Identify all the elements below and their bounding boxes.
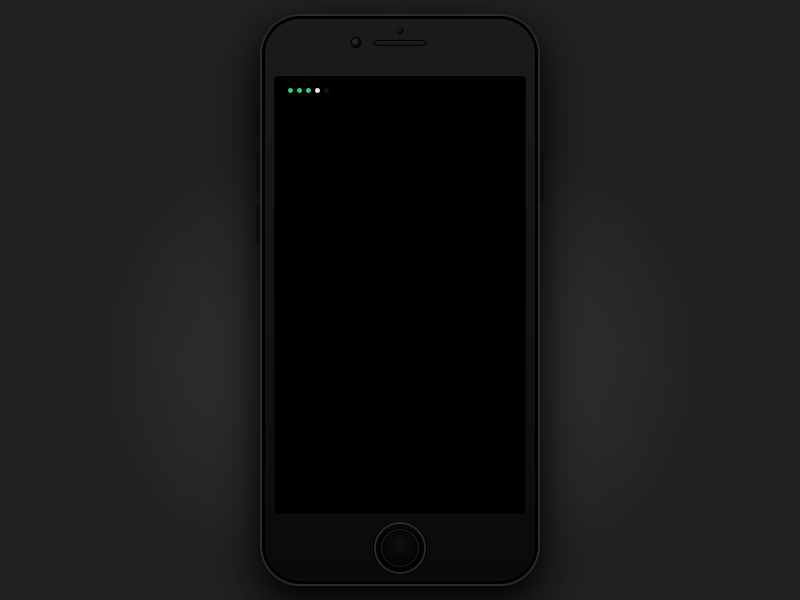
signal-dot-icon xyxy=(288,88,293,93)
earpiece-speaker-icon xyxy=(374,40,426,46)
proximity-sensor-icon xyxy=(397,27,404,34)
signal-dot-icon xyxy=(324,88,329,93)
signal-dot-icon xyxy=(297,88,302,93)
home-button-ring-icon xyxy=(381,529,419,567)
signal-dot-icon xyxy=(315,88,320,93)
phone-screen[interactable] xyxy=(274,76,526,514)
signal-strength xyxy=(288,88,329,93)
signal-dot-icon xyxy=(306,88,311,93)
home-button[interactable] xyxy=(376,524,424,572)
power-button[interactable] xyxy=(540,154,544,202)
phone-frame xyxy=(260,14,540,586)
mockup-stage xyxy=(0,0,800,600)
front-camera-icon xyxy=(352,38,361,47)
mute-switch[interactable] xyxy=(256,109,260,133)
volume-down-button[interactable] xyxy=(256,204,260,244)
volume-up-button[interactable] xyxy=(256,154,260,194)
